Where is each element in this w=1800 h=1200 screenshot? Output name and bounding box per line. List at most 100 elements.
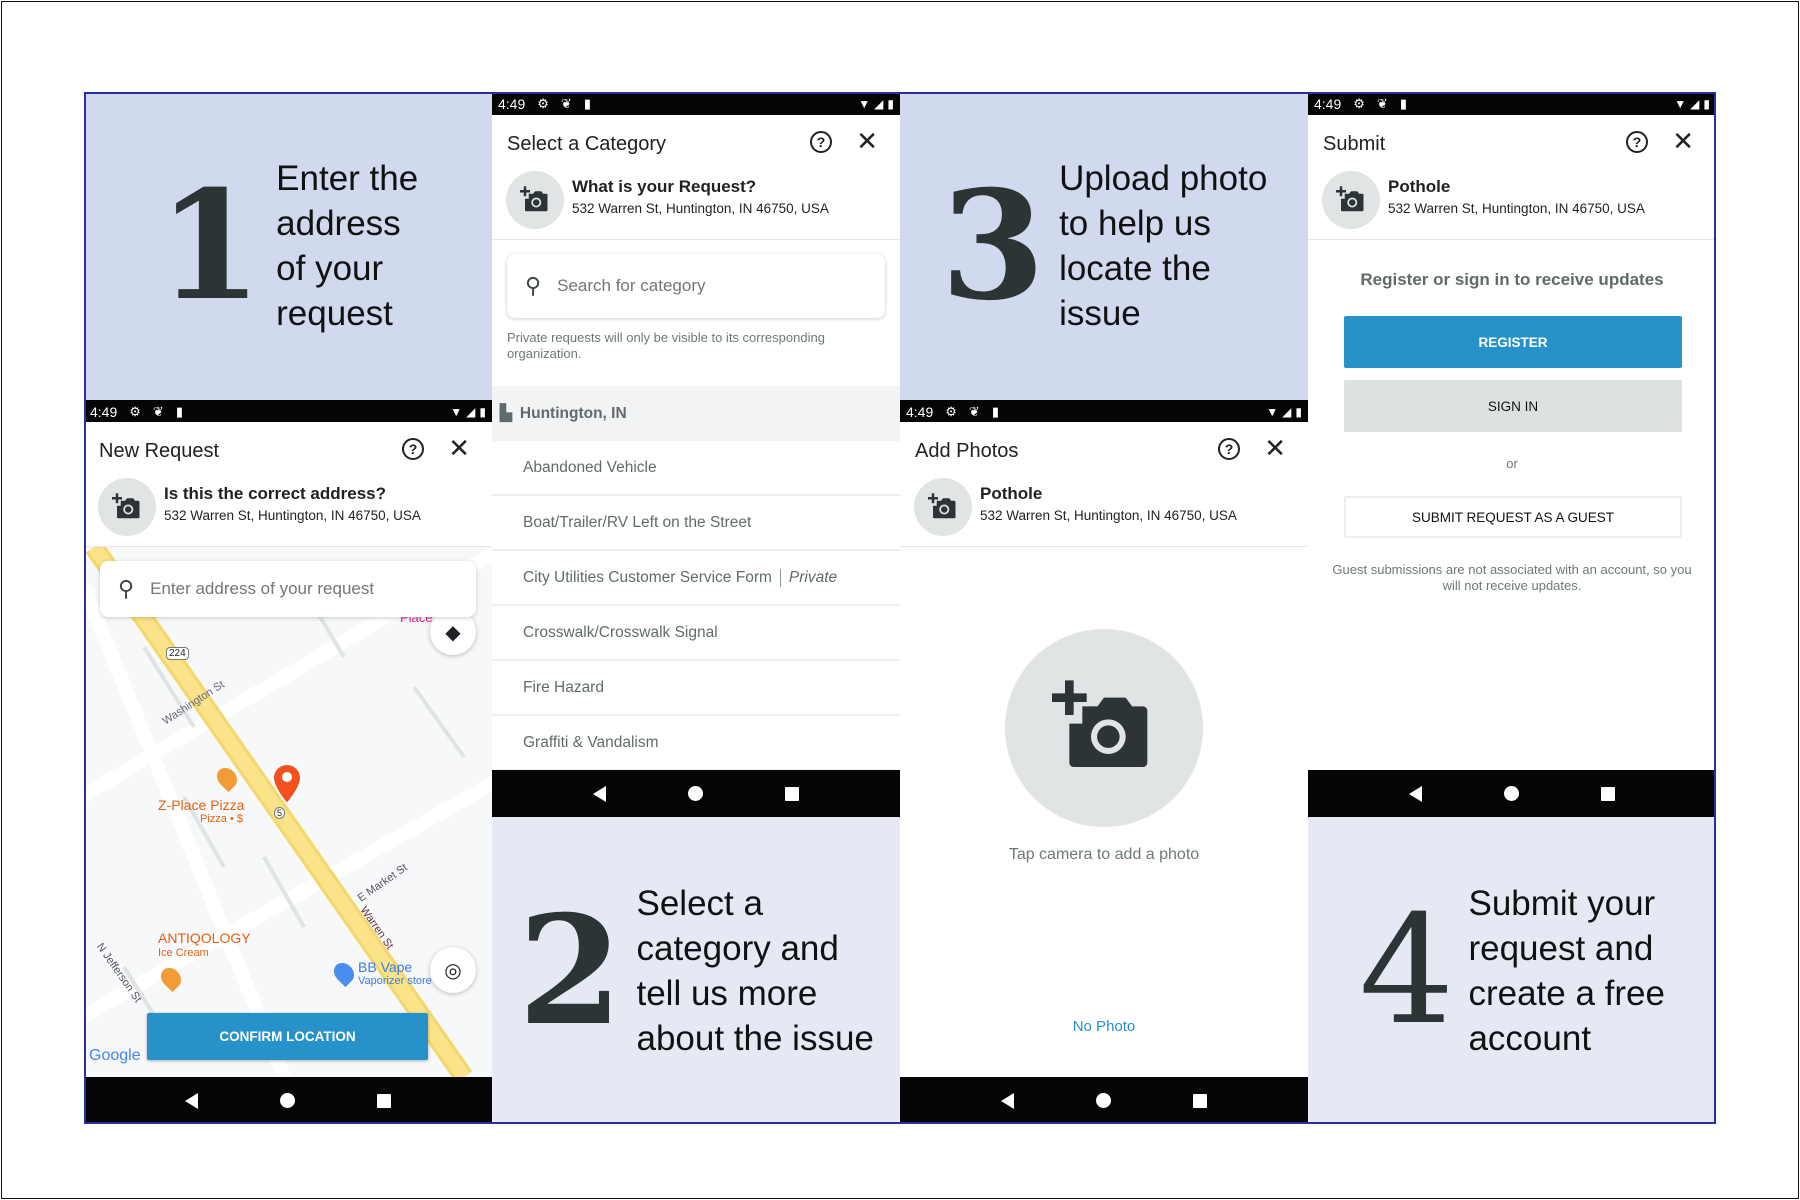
screen-title: Submit (1323, 133, 1386, 155)
home-icon[interactable] (1504, 786, 1519, 801)
sd-card-icon: ▮ (175, 403, 183, 419)
category-item[interactable]: Crosswalk/Crosswalk Signal (492, 606, 900, 661)
signal-icon: ◢ (874, 96, 884, 111)
recents-icon[interactable] (377, 1093, 391, 1108)
no-photo-link[interactable]: No Photo (900, 1018, 1308, 1035)
category-search[interactable]: ⚲ (507, 254, 885, 318)
guest-submit-button[interactable]: SUBMIT REQUEST AS A GUEST (1344, 496, 1682, 538)
help-icon[interactable]: ? (1626, 131, 1648, 153)
map-label-zplace[interactable]: Z-Place Pizza (158, 797, 244, 813)
section-title: Huntington, IN (519, 404, 627, 422)
add-camera-button[interactable] (98, 478, 156, 536)
confirm-location-button[interactable]: CONFIRM LOCATION (147, 1013, 428, 1060)
map[interactable]: 224 Place of Gr Washington St Z-Place Pi… (84, 547, 492, 1077)
add-camera-icon (928, 492, 958, 522)
close-icon[interactable]: ✕ (1672, 127, 1694, 155)
signal-icon: ◢ (1690, 96, 1700, 111)
route-shield: 224 (166, 647, 189, 660)
category-item[interactable]: Abandoned Vehicle (492, 441, 900, 496)
step-number: 2 (518, 882, 623, 1059)
sd-card-icon: ▮ (583, 95, 591, 111)
category-item[interactable]: Fire Hazard (492, 661, 900, 716)
recents-icon[interactable] (1193, 1093, 1207, 1108)
back-icon[interactable] (1001, 1092, 1014, 1109)
request-info: Is this the correct address? 532 Warren … (98, 478, 492, 538)
step-text: Select a category and tell us more about… (636, 883, 874, 1058)
section-header: ▙ Huntington, IN (492, 386, 900, 441)
battery-icon: ▮ (479, 404, 486, 419)
category-search-input[interactable] (557, 276, 838, 296)
wifi-icon: ▼ (1674, 96, 1687, 111)
location-pin-icon[interactable] (270, 762, 304, 806)
battery-icon: ▮ (887, 96, 894, 111)
home-icon[interactable] (688, 786, 703, 801)
request-info: Pothole 532 Warren St, Huntington, IN 46… (914, 478, 1308, 538)
step-1-panel: 1 Enter the address of your request (84, 92, 492, 400)
screen-new-request: New Request ? ✕ Is this the correct addr… (84, 422, 492, 1077)
map-label-antiqology[interactable]: ANTIQOLOGY (158, 930, 251, 946)
add-camera-button[interactable] (506, 171, 564, 229)
help-icon[interactable]: ? (402, 438, 424, 460)
android-nav-bar (492, 770, 900, 817)
sign-in-button[interactable]: SIGN IN (1344, 380, 1682, 432)
help-icon[interactable]: ? (1218, 438, 1240, 460)
screen-title: Select a Category (507, 133, 666, 155)
add-camera-button[interactable] (914, 478, 972, 536)
screen-submit: Submit ? ✕ Pothole 532 Warren St, Huntin… (1308, 115, 1716, 770)
add-camera-icon (1052, 676, 1156, 780)
home-icon[interactable] (1096, 1093, 1111, 1108)
sd-card-icon: ▮ (1399, 95, 1407, 111)
back-icon[interactable] (593, 785, 606, 802)
category-item[interactable]: Graffiti & Vandalism (492, 716, 900, 771)
guest-note: Guest submissions are not associated wit… (1332, 562, 1692, 593)
step-number: 1 (157, 158, 263, 334)
screen-add-photos: Add Photos ? ✕ Pothole 532 Warren St, Hu… (900, 422, 1308, 1077)
category-item[interactable]: Boat/Trailer/RV Left on the Street (492, 496, 900, 551)
status-time: 4:49 (90, 403, 118, 420)
divider (900, 546, 1308, 547)
map-label-bbvape-sub: Vaporizer store (358, 975, 432, 987)
register-button[interactable]: REGISTER (1344, 316, 1682, 368)
android-nav-bar (84, 1077, 492, 1124)
screen-title: New Request (99, 440, 220, 462)
help-icon[interactable]: ? (810, 131, 832, 153)
back-icon[interactable] (1409, 785, 1422, 802)
close-icon[interactable]: ✕ (856, 127, 878, 155)
step-text: Submit your request and create a free ac… (1468, 883, 1665, 1058)
add-photo-button[interactable] (1005, 629, 1203, 827)
address-search-input[interactable] (150, 579, 431, 599)
request-info: Pothole 532 Warren St, Huntington, IN 46… (1322, 171, 1716, 231)
info-title: Pothole (980, 484, 1043, 503)
home-icon[interactable] (280, 1093, 295, 1108)
add-camera-button[interactable] (1322, 171, 1380, 229)
settings-icon: ⚙ (129, 403, 141, 419)
status-time: 4:49 (906, 403, 934, 420)
close-icon[interactable]: ✕ (1264, 434, 1286, 462)
back-icon[interactable] (185, 1092, 198, 1109)
category-label: City Utilities Customer Service Form (523, 568, 772, 586)
step-3-panel: 3 Upload photo to help us locate the iss… (900, 92, 1308, 400)
recents-icon[interactable] (785, 786, 799, 801)
info-title: Is this the correct address? (164, 484, 387, 503)
recents-icon[interactable] (1601, 786, 1615, 801)
register-prompt: Register or sign in to receive updates (1360, 270, 1664, 289)
city-icon: ▙ (500, 405, 512, 422)
close-icon[interactable]: ✕ (448, 434, 470, 462)
search-icon: ⚲ (118, 576, 135, 601)
step-2-panel: 2 Select a category and tell us more abo… (492, 817, 900, 1124)
status-time: 4:49 (1314, 95, 1342, 112)
category-item[interactable]: City Utilities Customer Service Form Priv… (492, 551, 900, 606)
search-icon: ⚲ (525, 273, 542, 298)
address-text: 532 Warren St, Huntington, IN 46750, USA (1388, 201, 1645, 216)
tap-camera-text: Tap camera to add a photo (1008, 846, 1200, 863)
divider (1308, 239, 1716, 240)
signal-icon: ◢ (466, 404, 476, 419)
battery-icon: ▮ (1703, 96, 1710, 111)
map-label-bbvape[interactable]: BB Vape (358, 959, 412, 975)
add-camera-icon (1336, 185, 1366, 215)
category-label: Boat/Trailer/RV Left on the Street (523, 513, 752, 531)
settings-icon: ⚙ (945, 403, 957, 419)
address-search[interactable]: ⚲ (100, 561, 476, 617)
step-text: Enter the address of your request (276, 159, 419, 333)
my-location-button[interactable]: ◎ (430, 947, 476, 993)
